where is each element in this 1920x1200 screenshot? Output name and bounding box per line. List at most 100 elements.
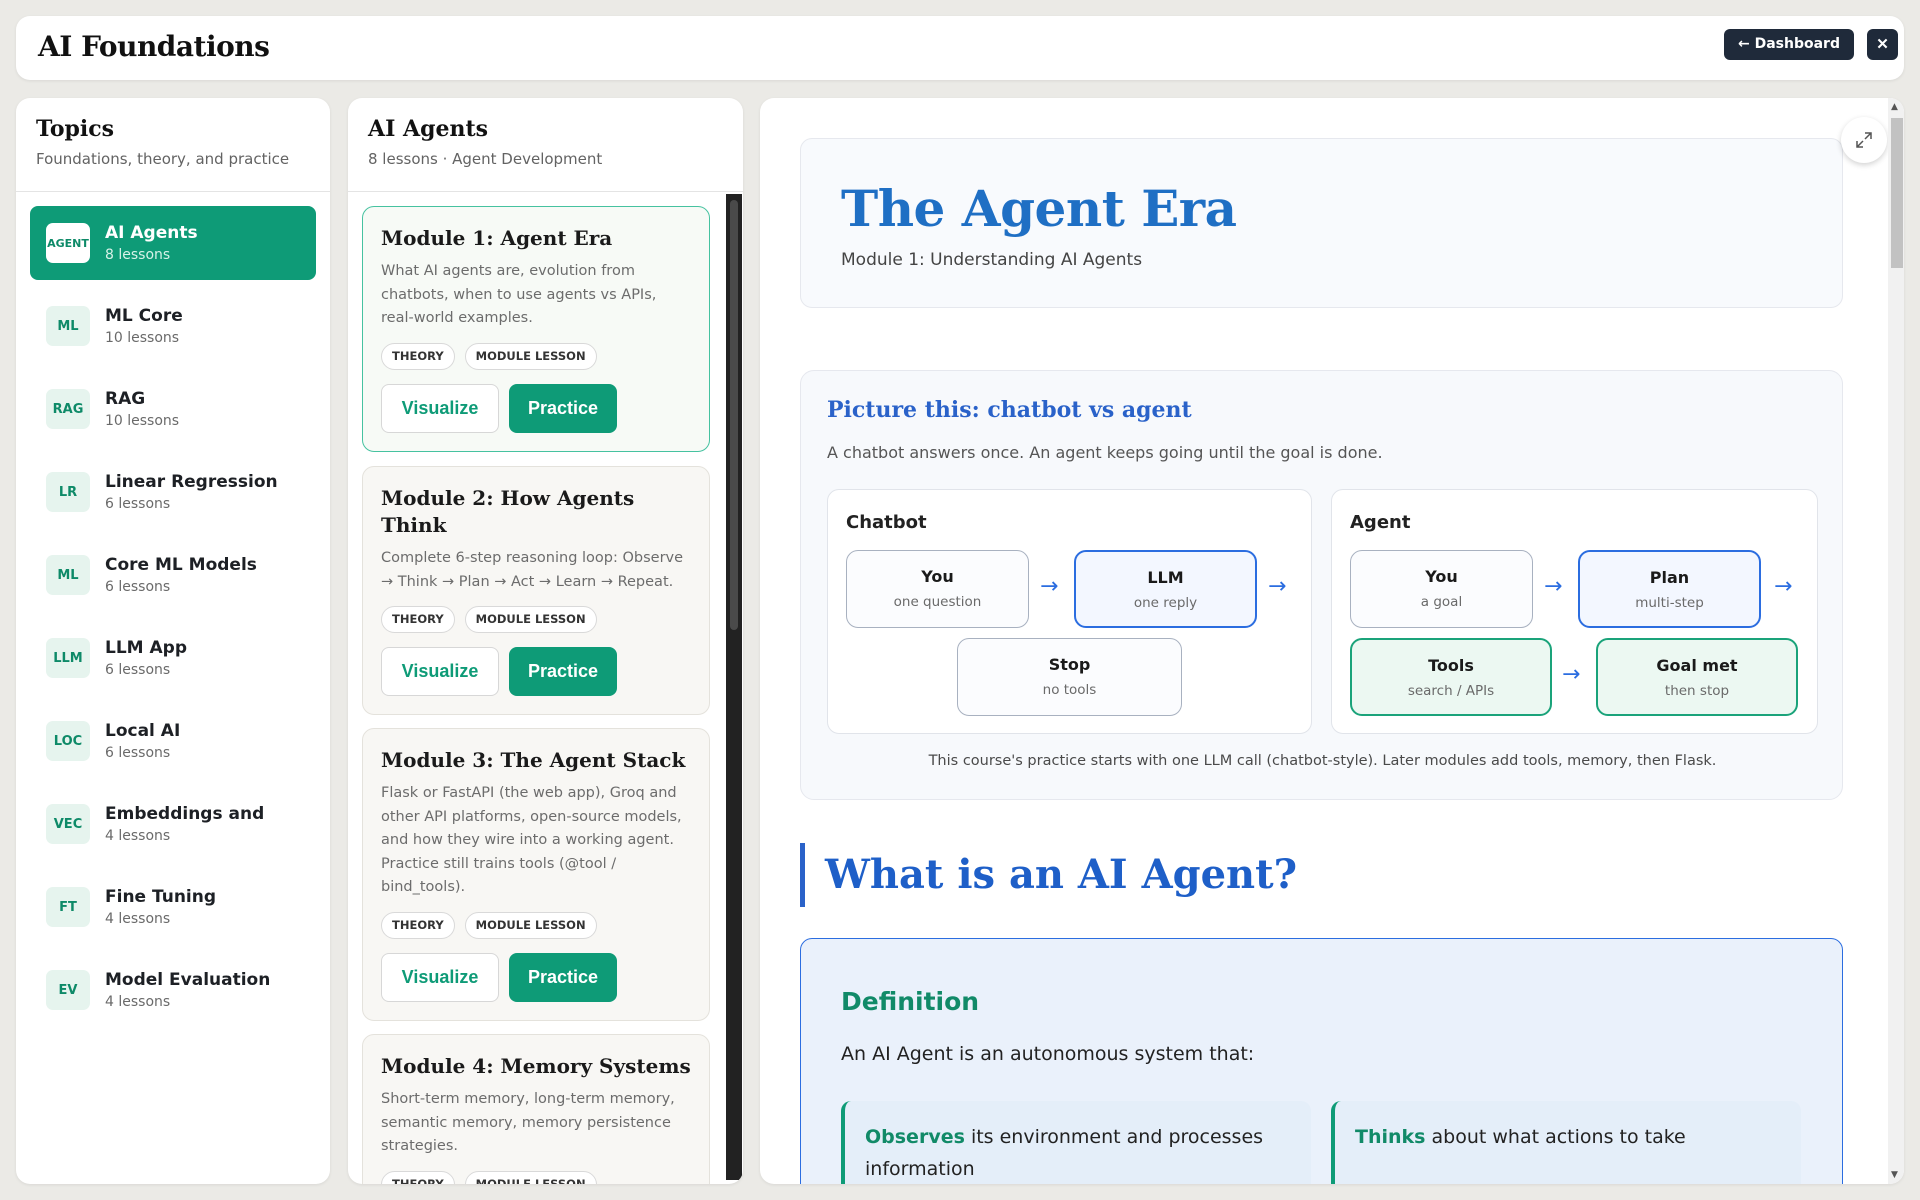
close-button[interactable]: ✕ [1867,29,1898,60]
scroll-up-icon[interactable]: ▲ [1891,102,1898,112]
arrow-icon: → [1562,662,1581,687]
expand-button[interactable] [1841,117,1887,163]
chatbot-panel: Chatbot You one question → LLM one reply… [827,489,1312,734]
node-label: Goal met [1656,656,1738,675]
scroll-down-icon[interactable]: ▼ [1891,1170,1898,1180]
topic-count: 4 lessons [105,828,171,844]
topic-item-ml-core[interactable]: ML ML Core 10 lessons [30,289,316,363]
arrow-icon: → [1774,574,1793,599]
topic-count: 6 lessons [105,496,171,512]
topic-list: AGENT AI Agents 8 lessons ML ML Core 10 le… [16,192,330,1050]
topic-item-core-ml-models[interactable]: ML Core ML Models 6 lessons [30,538,316,612]
node-sublabel: no tools [1042,682,1097,698]
definition-intro: An AI Agent is an autonomous system that… [841,1043,1255,1065]
node-sublabel: search / APIs [1407,683,1495,699]
node-label: Plan [1649,568,1690,587]
topic-badge: FT [46,887,90,927]
lesson-card-module-2[interactable]: Module 2: How Agents Think Complete 6-st… [362,466,710,715]
chatbot-vs-agent-card: Picture this: chatbot vs agent A chatbot… [800,370,1843,800]
topic-badge: LLM [46,638,90,678]
definition-item-observes: Observes its environment and processes i… [841,1101,1311,1184]
topic-item-linear-regression[interactable]: LR Linear Regression 6 lessons [30,455,316,529]
topic-name: Core ML Models [105,555,257,575]
topic-item-llm-app[interactable]: LLM LLM App 6 lessons [30,621,316,695]
topic-count: 6 lessons [105,745,171,761]
tag-module-lesson: MODULE LESSON [464,911,597,939]
topic-item-rag[interactable]: RAG RAG 10 lessons [30,372,316,446]
topic-item-local-ai[interactable]: LOC Local AI 6 lessons [30,704,316,778]
topic-name: LLM App [105,638,187,658]
node-sublabel: one question [893,594,982,610]
lesson-card-module-4[interactable]: Module 4: Memory Systems Short-term memo… [362,1034,710,1184]
content-scrollbar-thumb[interactable] [1891,118,1903,268]
node-sublabel: then stop [1664,683,1730,699]
hero-card: The Agent Era Module 1: Understanding AI… [800,138,1843,308]
topic-name: Fine Tuning [105,887,217,907]
practice-button[interactable]: Practice [509,383,617,433]
lessons-scrollbar-thumb[interactable] [730,200,738,630]
tag-theory: THEORY [381,342,455,370]
node-label: Stop [1048,655,1091,674]
arrow-icon: → [1544,574,1563,599]
arrow-icon: → [1040,574,1059,599]
hero-title: The Agent Era [841,179,1237,238]
topic-count: 4 lessons [105,994,171,1010]
lesson-description: Flask or FastAPI (the web app), Groq and… [381,785,682,895]
picture-title: Picture this: chatbot vs agent [827,397,1192,423]
tag-theory: THEORY [381,606,455,633]
topic-item-ai-agents[interactable]: AGENT AI Agents 8 lessons [30,206,316,280]
topic-count: 6 lessons [105,662,171,678]
agent-node-you: You a goal [1350,550,1533,628]
definition-title: Definition [841,987,980,1016]
definition-item-thinks: Thinks about what actions to take [1331,1101,1801,1184]
visualize-button[interactable]: Visualize [381,952,499,1002]
lesson-card-module-1[interactable]: Module 1: Agent Era What AI agents are, … [362,206,710,452]
lesson-card-module-3[interactable]: Module 3: The Agent Stack Flask or FastA… [362,728,710,1021]
topic-item-model-evaluation[interactable]: EV Model Evaluation 4 lessons [30,953,316,1027]
practice-button[interactable]: Practice [509,952,617,1002]
topic-badge: AGENT [46,223,90,263]
topic-item-embeddings[interactable]: VEC Embeddings and 4 lessons [30,787,316,861]
topic-name: AI Agents [105,223,198,243]
topic-count: 10 lessons [105,413,180,429]
topic-name: Embeddings and [105,804,265,824]
lesson-title: Module 2: How Agents Think [381,486,635,537]
node-label: You [921,567,954,586]
agent-node-plan: Plan multi-step [1578,550,1761,628]
topics-panel: Topics Foundations, theory, and practice… [16,98,330,1184]
dashboard-button[interactable]: ← Dashboard [1724,29,1854,60]
topic-item-fine-tuning[interactable]: FT Fine Tuning 4 lessons [30,870,316,944]
arrow-icon: → [1268,574,1287,599]
topic-badge: RAG [46,389,90,429]
topics-subtitle: Foundations, theory, and practice [36,150,290,168]
lesson-title: Module 3: The Agent Stack [381,748,686,772]
topic-count: 8 lessons [105,247,171,263]
expand-icon [1856,132,1872,148]
visualize-button[interactable]: Visualize [381,647,499,696]
node-label: LLM [1147,568,1184,587]
app-title: AI Foundations [38,30,270,63]
chatbot-node-stop: Stop no tools [957,638,1182,716]
topic-count: 4 lessons [105,911,171,927]
agent-title: Agent [1350,512,1411,533]
topic-name: RAG [105,389,146,409]
lesson-content: The Agent Era Module 1: Understanding AI… [760,98,1904,1184]
definition-text: about what actions to take [1425,1126,1686,1148]
topic-name: Local AI [105,721,181,741]
topic-name: Model Evaluation [105,970,271,990]
tag-theory: THEORY [381,1170,455,1184]
topic-badge: ML [46,306,90,346]
topic-name: Linear Regression [105,472,278,492]
visualize-button[interactable]: Visualize [381,383,499,433]
topic-badge: EV [46,970,90,1010]
node-label: Tools [1428,656,1474,675]
topic-count: 6 lessons [105,579,171,595]
chatbot-node-llm: LLM one reply [1074,550,1257,628]
agent-node-tools: Tools search / APIs [1350,638,1552,716]
node-sublabel: a goal [1420,594,1463,610]
chatbot-title: Chatbot [846,512,927,533]
topic-badge: LR [46,472,90,512]
practice-button[interactable]: Practice [509,647,617,696]
definition-keyword: Thinks [1355,1126,1426,1148]
section-heading: What is an AI Agent? [800,843,1297,907]
